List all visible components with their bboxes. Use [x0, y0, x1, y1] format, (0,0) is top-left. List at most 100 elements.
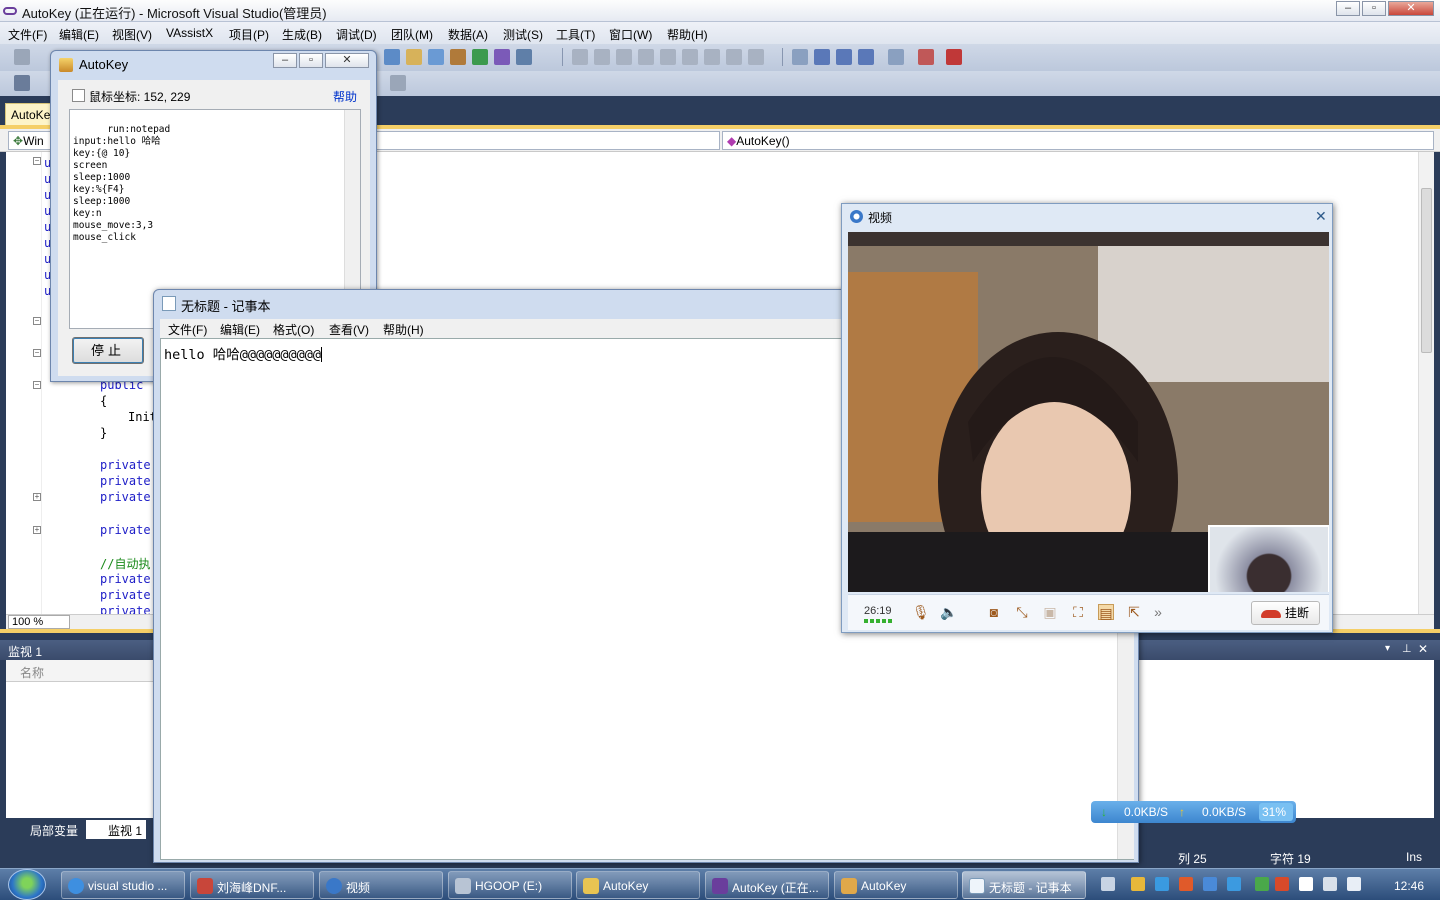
security-icon[interactable]	[1203, 877, 1217, 891]
format-icon[interactable]	[594, 49, 610, 65]
qq-icon[interactable]	[1179, 877, 1193, 891]
local-video-preview[interactable]	[1208, 525, 1329, 592]
notepad-menu-view[interactable]: 查看(V)	[329, 321, 369, 338]
stop-icon[interactable]	[836, 49, 852, 65]
outline-icon[interactable]	[704, 49, 720, 65]
toolbox-icon[interactable]	[450, 49, 466, 65]
scrollbar-thumb[interactable]	[1421, 188, 1432, 353]
fold-toggle[interactable]: +	[33, 526, 41, 534]
qq-browser-icon[interactable]	[1155, 877, 1169, 891]
fold-toggle[interactable]: −	[33, 349, 41, 357]
continue-icon[interactable]	[792, 49, 808, 65]
pin-icon[interactable]: ⊥	[1402, 642, 1412, 655]
fold-toggle[interactable]: −	[33, 381, 41, 389]
microphone-icon[interactable]: 🎙	[912, 604, 930, 620]
mouse-coord-checkbox[interactable]	[72, 89, 85, 102]
volume-mute-icon[interactable]	[1275, 877, 1289, 891]
stop-button[interactable]: 停止	[72, 337, 144, 364]
fold-toggle[interactable]: −	[33, 157, 41, 165]
menu-tools[interactable]: 工具(T)	[556, 26, 595, 43]
solution-explorer-icon[interactable]	[384, 49, 400, 65]
shield-icon[interactable]	[1131, 877, 1145, 891]
menu-window[interactable]: 窗口(W)	[609, 26, 652, 43]
taskbar-item-autokey[interactable]: AutoKey	[834, 871, 958, 899]
keyboard-icon[interactable]	[1101, 877, 1115, 891]
fold-toggle[interactable]: −	[33, 317, 41, 325]
menu-file[interactable]: 文件(F)	[8, 26, 47, 43]
snippet-icon[interactable]	[682, 49, 698, 65]
menu-vassistx[interactable]: VAssistX	[166, 26, 213, 40]
step-icon[interactable]	[888, 49, 904, 65]
tools-icon[interactable]	[616, 49, 632, 65]
close-icon[interactable]: ✕	[1315, 208, 1327, 225]
spell-check-icon[interactable]	[726, 49, 742, 65]
dropdown-icon[interactable]: ▾	[1385, 643, 1390, 654]
antivirus-icon[interactable]	[1227, 877, 1241, 891]
help-link[interactable]: 帮助	[333, 88, 357, 105]
close-button[interactable]: ✕	[1388, 1, 1434, 16]
start-button[interactable]	[8, 869, 46, 900]
close-icon[interactable]: ✕	[1418, 642, 1428, 656]
swap-icon[interactable]: ⇱	[1126, 604, 1142, 620]
hangup-button[interactable]: 挂断	[1251, 601, 1320, 625]
taskbar-item-autokey-folder[interactable]: AutoKey	[576, 871, 700, 899]
member-combo[interactable]: ◆AutoKey()	[722, 131, 1434, 150]
bookmark-icon[interactable]	[660, 49, 676, 65]
comment-icon[interactable]	[748, 49, 764, 65]
notepad-menu-format[interactable]: 格式(O)	[273, 321, 314, 338]
restart-icon[interactable]	[858, 49, 874, 65]
maximize-button[interactable]: ▫	[299, 53, 323, 68]
flag-icon[interactable]	[1299, 877, 1313, 891]
network-speed-meter[interactable]: ↓ 0.0KB/S ↑ 0.0KB/S 31%	[1091, 801, 1296, 823]
pause-icon[interactable]	[814, 49, 830, 65]
output-icon[interactable]	[516, 49, 532, 65]
fullscreen-icon[interactable]: ⛶	[1070, 604, 1086, 620]
taskbar-item-vs[interactable]: AutoKey (正在...	[705, 871, 829, 899]
menu-edit[interactable]: 编辑(E)	[59, 26, 99, 43]
speaker-icon[interactable]	[1347, 877, 1361, 891]
network-icon[interactable]	[1323, 877, 1337, 891]
taskbar-item-drive[interactable]: HGOOP (E:)	[448, 871, 572, 899]
menu-help[interactable]: 帮助(H)	[667, 26, 708, 43]
taskbar-item-dnf[interactable]: 刘海峰DNF...	[190, 871, 314, 899]
document-tab[interactable]: AutoKe	[5, 103, 55, 126]
check-icon[interactable]	[572, 49, 588, 65]
menu-data[interactable]: 数据(A)	[448, 26, 488, 43]
tab-locals[interactable]: 局部变量	[8, 820, 82, 839]
notepad-menu-file[interactable]: 文件(F)	[168, 321, 207, 338]
zoom-combo[interactable]: 100 %	[8, 615, 70, 629]
fit-icon[interactable]: ▣	[1042, 604, 1058, 620]
shrink-icon[interactable]: ⤡	[1014, 604, 1030, 620]
menu-debug[interactable]: 调试(D)	[336, 26, 377, 43]
fold-toggle[interactable]: +	[33, 493, 41, 501]
minimize-button[interactable]: –	[1336, 1, 1360, 16]
class-view-icon[interactable]	[494, 49, 510, 65]
refactor-icon[interactable]	[638, 49, 654, 65]
menu-project[interactable]: 项目(P)	[229, 26, 269, 43]
menu-test[interactable]: 测试(S)	[503, 26, 543, 43]
breakpoint-icon[interactable]	[918, 49, 934, 65]
menu-build[interactable]: 生成(B)	[282, 26, 322, 43]
start-page-icon[interactable]	[472, 49, 488, 65]
new-project-icon[interactable]	[14, 49, 30, 65]
notepad-menu-help[interactable]: 帮助(H)	[383, 321, 424, 338]
notepad-menu-edit[interactable]: 编辑(E)	[220, 321, 260, 338]
clock[interactable]: 12:46	[1394, 879, 1424, 893]
object-browser-icon[interactable]	[428, 49, 444, 65]
properties-icon[interactable]	[406, 49, 422, 65]
taskbar-item-video[interactable]: 视频	[319, 871, 443, 899]
taskbar-item-ie[interactable]: visual studio ...	[61, 871, 185, 899]
maximize-button[interactable]: ▫	[1362, 1, 1386, 16]
layout-icon[interactable]	[14, 75, 30, 91]
editor-vertical-scrollbar[interactable]	[1418, 152, 1434, 614]
camera-snapshot-icon[interactable]: ◙	[986, 604, 1002, 620]
speaker-icon[interactable]: 🔈	[940, 604, 957, 620]
menu-team[interactable]: 团队(M)	[391, 26, 433, 43]
more-icon[interactable]: »	[1150, 604, 1166, 620]
taskbar-item-notepad[interactable]: 无标题 - 记事本	[962, 871, 1086, 899]
nvidia-icon[interactable]	[1255, 877, 1269, 891]
pip-toggle-icon[interactable]: ▤	[1098, 604, 1114, 621]
record-icon[interactable]	[946, 49, 962, 65]
find-icon[interactable]	[390, 75, 406, 91]
watch-column-name[interactable]: 名称	[6, 660, 156, 682]
